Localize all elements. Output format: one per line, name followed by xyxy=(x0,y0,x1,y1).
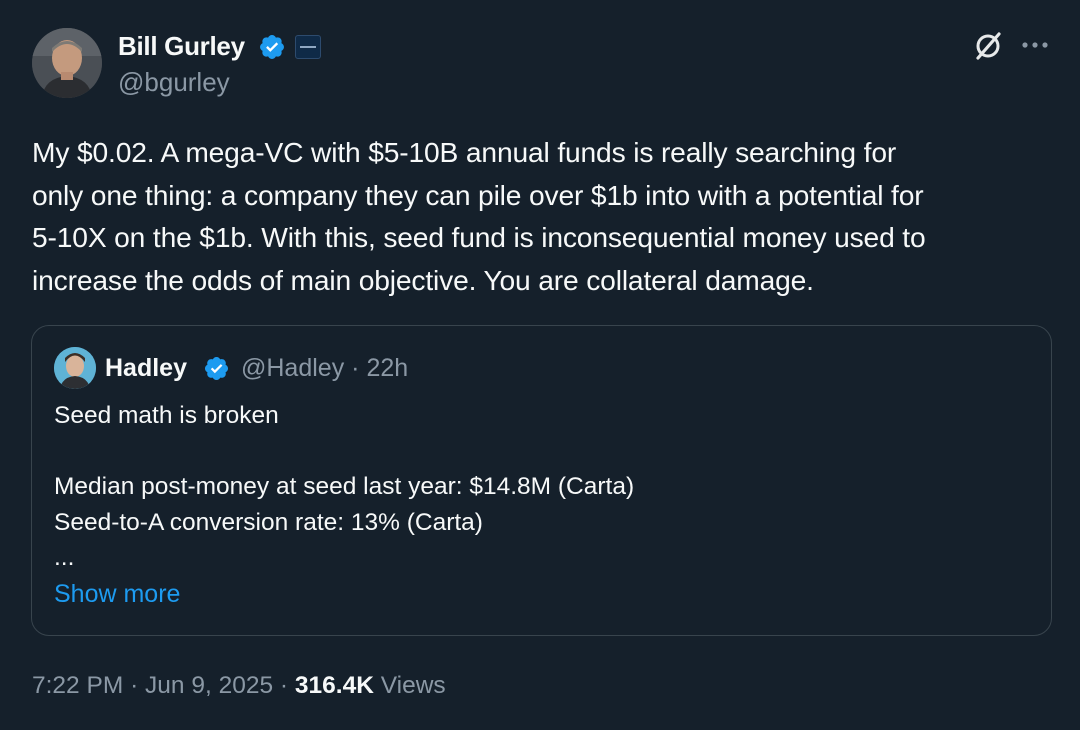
quote-text-line xyxy=(54,434,634,470)
quote-author-name[interactable]: Hadley xyxy=(105,353,187,383)
quote-meta: @Hadley · 22h xyxy=(241,353,408,383)
verified-badge-icon xyxy=(204,356,229,381)
tweet: Bill Gurley @bgurley My $0.02. A mega-VC… xyxy=(0,0,1080,730)
affiliate-badge-icon[interactable] xyxy=(295,35,321,59)
quote-text-line: Median post-money at seed last year: $14… xyxy=(54,473,635,500)
tweet-text-line: 5-10X on the $1b. With this, seed fund i… xyxy=(32,221,926,253)
author-name[interactable]: Bill Gurley xyxy=(118,30,245,62)
quote-text-line: ... xyxy=(54,544,75,571)
author-handle[interactable]: @bgurley xyxy=(118,66,230,98)
tweet-text-line: only one thing: a company they can pile … xyxy=(32,178,924,211)
tweet-date[interactable]: Jun 9, 2025 xyxy=(145,672,273,699)
quote-author-avatar[interactable] xyxy=(54,347,96,389)
grok-icon[interactable] xyxy=(972,30,1004,62)
author-avatar[interactable] xyxy=(32,28,102,98)
quote-text-line: Seed-to-A conversion rate: 13% (Carta) xyxy=(54,508,483,536)
tweet-text-line: increase the odds of main objective. You… xyxy=(32,263,814,296)
more-options-icon[interactable] xyxy=(1020,40,1050,50)
views-label: Views xyxy=(380,672,446,699)
tweet-time[interactable]: 7:22 PM xyxy=(32,672,123,699)
tweet-text: My $0.02. A mega-VC with $5-10B annual f… xyxy=(32,131,1062,301)
meta-separator: · xyxy=(279,672,289,699)
meta-separator: · xyxy=(130,672,139,699)
quote-author-handle[interactable]: @Hadley xyxy=(241,354,344,382)
verified-badge-icon xyxy=(260,35,284,59)
tweet-text-line: My $0.02. A mega-VC with $5-10B annual f… xyxy=(32,136,897,168)
quote-time[interactable]: 22h xyxy=(366,354,408,382)
tweet-metadata: 7:22 PM · Jun 9, 2025 · 316.4K Views xyxy=(32,670,446,702)
views-count[interactable]: 316.4K xyxy=(295,672,374,699)
quote-text: Seed math is broken Median post-money at… xyxy=(54,398,634,576)
show-more-link[interactable]: Show more xyxy=(54,578,180,610)
quote-text-line: Seed math is broken xyxy=(54,402,279,429)
meta-separator: · xyxy=(351,354,360,382)
